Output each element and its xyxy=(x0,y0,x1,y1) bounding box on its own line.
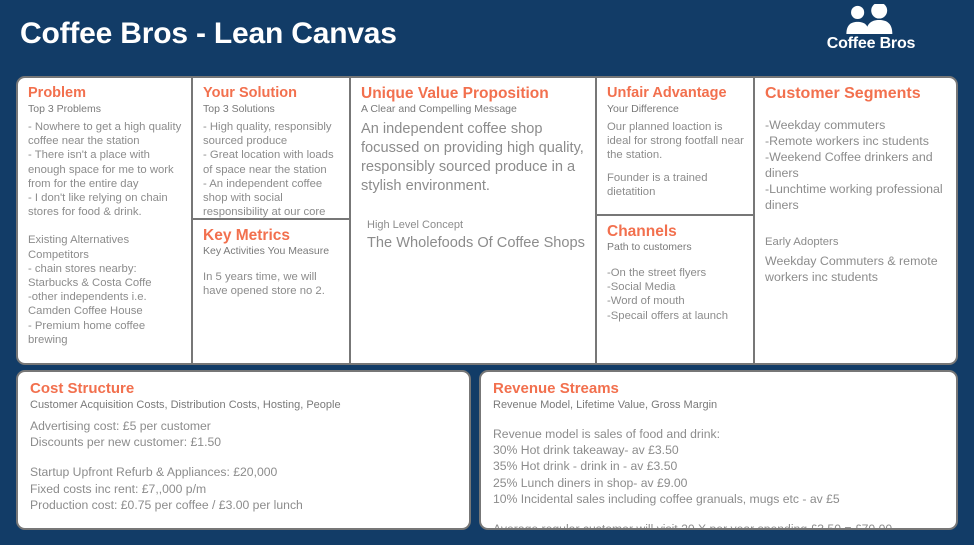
cost-structure-body-2: Startup Upfront Refurb & Appliances: £20… xyxy=(30,465,303,512)
early-adopters-body: Weekday Commuters & remote workers inc s… xyxy=(765,254,938,284)
panel-revenue-streams[interactable]: Revenue Streams Revenue Model, Lifetime … xyxy=(479,370,958,530)
solution-body: - High quality, responsibly sourced prod… xyxy=(203,121,334,219)
existing-alternatives-label: Existing Alternatives xyxy=(28,234,130,247)
uvp-body: An independent coffee shop focussed on p… xyxy=(361,121,584,194)
canvas-column-solution: Your Solution Top 3 Solutions - High qua… xyxy=(193,78,351,363)
unfair-advantage-body-2: Founder is a trained dietatition xyxy=(607,171,708,198)
channels-body: -On the street flyers -Social Media -Wor… xyxy=(607,267,728,322)
customer-segments-body: -Weekday commuters -Remote workers inc s… xyxy=(765,118,943,212)
channels-heading: Channels xyxy=(607,223,677,240)
canvas-bottom-row: Cost Structure Customer Acquisition Cost… xyxy=(16,370,958,530)
cost-structure-subheading: Customer Acquisition Costs, Distribution… xyxy=(30,399,341,411)
revenue-streams-body-2: Average regular customer will visit 20 X… xyxy=(493,522,893,530)
customer-segments-heading: Customer Segments xyxy=(765,85,921,102)
key-metrics-heading: Key Metrics xyxy=(203,227,291,244)
revenue-streams-body: Revenue model is sales of food and drink… xyxy=(493,427,840,506)
lean-canvas-slide: Coffee Bros - Lean Canvas Coffee Bros Pr… xyxy=(0,0,974,545)
cost-structure-body: Advertising cost: £5 per customer Discou… xyxy=(30,419,222,450)
high-level-concept-body: The Wholefoods Of Coffee Shops xyxy=(367,235,585,251)
cell-solution[interactable]: Your Solution Top 3 Solutions - High qua… xyxy=(193,78,349,220)
uvp-heading: Unique Value Proposition xyxy=(361,85,549,102)
problem-heading: Problem xyxy=(28,85,87,101)
uvp-subheading: A Clear and Compelling Message xyxy=(361,103,517,115)
cell-key-metrics[interactable]: Key Metrics Key Activities You Measure I… xyxy=(193,220,349,363)
cell-customer-segments[interactable]: Customer Segments -Weekday commuters -Re… xyxy=(755,78,956,363)
unfair-advantage-heading: Unfair Advantage xyxy=(607,85,727,101)
brand-logo: Coffee Bros xyxy=(786,4,956,66)
cost-structure-heading: Cost Structure xyxy=(30,380,135,397)
solution-subheading: Top 3 Solutions xyxy=(203,103,275,115)
problem-body: - Nowhere to get a high quality coffee n… xyxy=(28,121,182,219)
solution-heading: Your Solution xyxy=(203,85,297,101)
problem-subheading: Top 3 Problems xyxy=(28,103,101,115)
slide-header: Coffee Bros - Lean Canvas Coffee Bros xyxy=(0,0,974,72)
two-people-icon xyxy=(846,4,893,34)
cell-problem[interactable]: Problem Top 3 Problems - Nowhere to get … xyxy=(18,78,191,363)
page-title: Coffee Bros - Lean Canvas xyxy=(20,17,397,50)
canvas-column-problem: Problem Top 3 Problems - Nowhere to get … xyxy=(18,78,193,363)
key-metrics-body: In 5 years time, we will have opened sto… xyxy=(203,271,325,298)
channels-subheading: Path to customers xyxy=(607,241,692,253)
key-metrics-subheading: Key Activities You Measure xyxy=(203,245,330,257)
cell-unique-value-proposition[interactable]: Unique Value Proposition A Clear and Com… xyxy=(351,78,595,363)
early-adopters-label: Early Adopters xyxy=(765,236,839,248)
logo-label: Coffee Bros xyxy=(826,35,916,52)
canvas-column-customer-segments: Customer Segments -Weekday commuters -Re… xyxy=(755,78,956,363)
revenue-streams-heading: Revenue Streams xyxy=(493,380,619,397)
unfair-advantage-body: Our planned loaction is ideal for strong… xyxy=(607,121,744,162)
cell-unfair-advantage[interactable]: Unfair Advantage Your Difference Our pla… xyxy=(597,78,753,216)
cell-channels[interactable]: Channels Path to customers -On the stree… xyxy=(597,216,753,363)
high-level-concept-label: High Level Concept xyxy=(367,219,464,231)
canvas-top-grid: Problem Top 3 Problems - Nowhere to get … xyxy=(16,76,958,365)
canvas-column-unfair-advantage: Unfair Advantage Your Difference Our pla… xyxy=(597,78,755,363)
revenue-streams-subheading: Revenue Model, Lifetime Value, Gross Mar… xyxy=(493,399,718,411)
existing-alternatives-body: Competitors - chain stores nearby: Starb… xyxy=(28,248,152,346)
canvas-column-uvp: Unique Value Proposition A Clear and Com… xyxy=(351,78,597,363)
unfair-advantage-subheading: Your Difference xyxy=(607,103,679,115)
panel-cost-structure[interactable]: Cost Structure Customer Acquisition Cost… xyxy=(16,370,471,530)
